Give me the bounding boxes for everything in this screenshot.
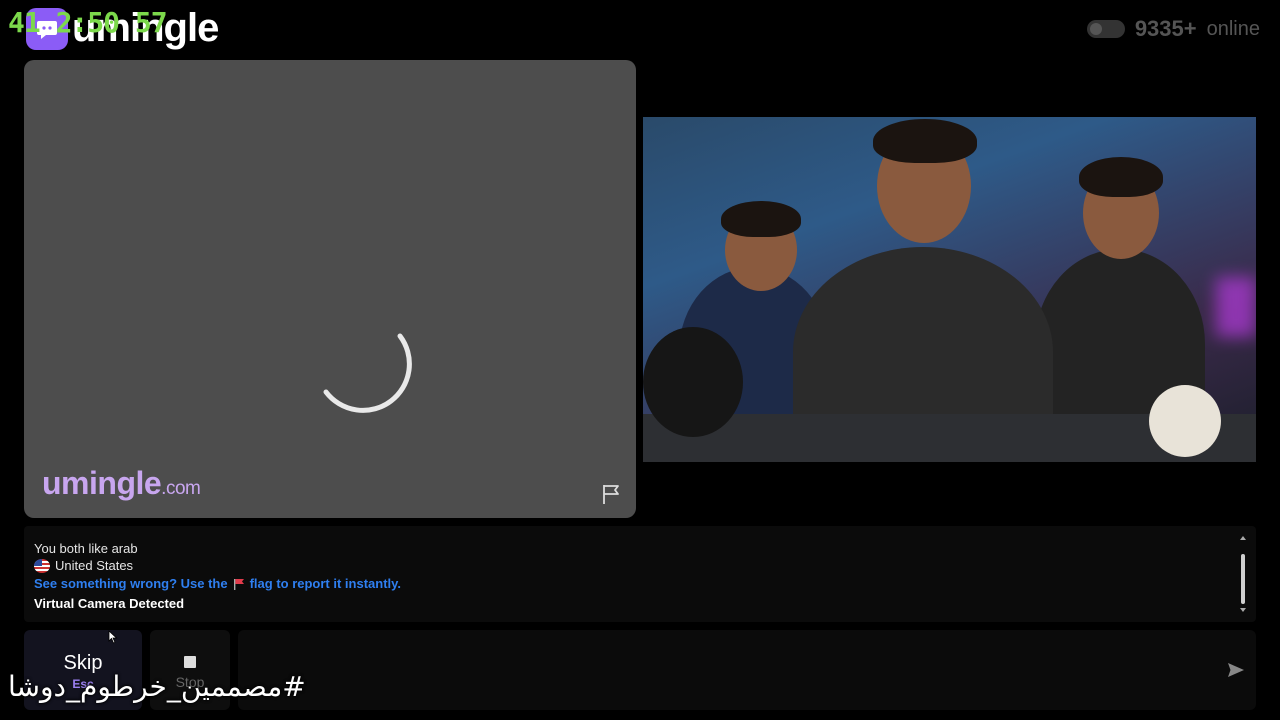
scroll-down-arrow-icon[interactable] [1240, 608, 1246, 612]
scroll-up-arrow-icon[interactable] [1240, 536, 1246, 540]
stranger-video: umingle.com [24, 60, 636, 518]
country-label: United States [55, 558, 134, 573]
chat-scrollbar[interactable] [1240, 536, 1246, 612]
message-input[interactable] [238, 630, 1256, 710]
online-label: online [1206, 17, 1260, 40]
person-right-hair [1079, 157, 1163, 197]
microphone [643, 327, 743, 437]
online-indicator: 9335+ online [1086, 16, 1260, 42]
chat-message-country: United States [34, 558, 133, 573]
watermark-name: umingle [42, 465, 162, 501]
hashtag-overlay: #مصممين_خرطوم_دوشا [8, 670, 306, 703]
chat-message-report-tip: See something wrong? Use the flag to rep… [34, 576, 401, 591]
online-count: 9335+ [1134, 16, 1197, 41]
us-flag-icon [34, 558, 50, 573]
loading-spinner-icon [323, 333, 412, 413]
send-icon[interactable] [1226, 660, 1246, 680]
report-tip-after: flag to report it instantly. [249, 576, 402, 591]
chat-log: You both like arab United States See som… [24, 526, 1256, 622]
online-toggle[interactable] [1086, 20, 1125, 38]
chat-message-virtual-camera: Virtual Camera Detected [34, 596, 185, 611]
watermark-domain: .com [161, 478, 201, 499]
umingle-watermark: umingle.com [42, 465, 201, 502]
person-left-hair [721, 201, 801, 237]
mouse-cursor-icon [108, 630, 118, 644]
stop-icon [184, 656, 196, 668]
chat-message-interest: You both like arab [34, 541, 138, 556]
red-flag-icon [233, 578, 244, 590]
self-video [643, 117, 1256, 462]
person-center-hair [873, 119, 977, 163]
report-tip-before: See something wrong? Use the [34, 576, 228, 591]
timer-overlay: 41 2:50 57 [8, 6, 168, 39]
flag-icon[interactable] [600, 482, 624, 506]
plush-toy [1149, 385, 1221, 457]
background-light [1216, 277, 1256, 337]
scroll-thumb[interactable] [1241, 554, 1245, 604]
